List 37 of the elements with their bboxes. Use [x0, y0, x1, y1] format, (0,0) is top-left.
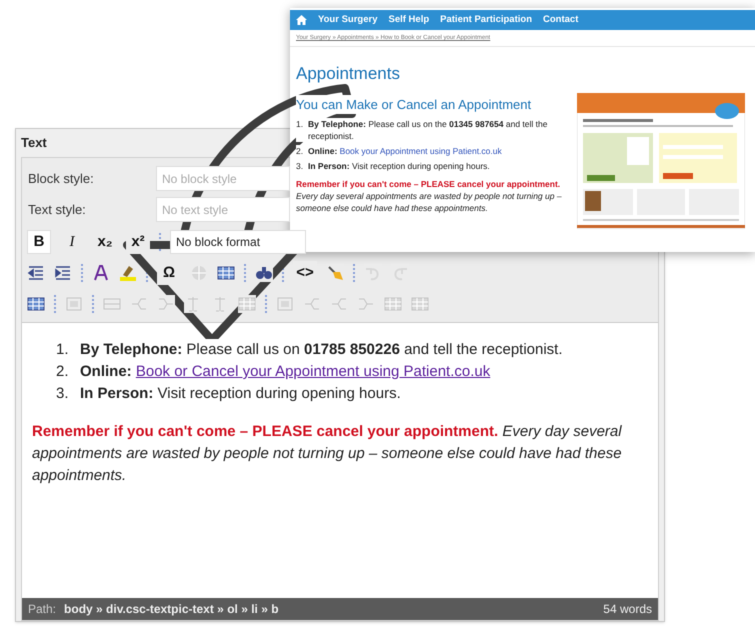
list-item: Online: Book or Cancel your Appointment using Patient.co.uk	[80, 362, 490, 382]
format-button[interactable]: B	[27, 230, 51, 254]
list-number: 1.	[296, 118, 304, 131]
link[interactable]: Book your Appointment using Patient.co.uk	[340, 146, 502, 156]
link[interactable]: Book or Cancel your Appointment using Patient.co.uk	[136, 363, 490, 380]
field-label: Block style:	[28, 170, 95, 188]
nav-link[interactable]: Your Surgery	[318, 12, 378, 28]
list-item: By Telephone: Please call us on 01785 850226 and tell the receptionist.	[80, 340, 563, 360]
path-label: Path:	[28, 601, 56, 618]
element-path[interactable]: body » div.csc-textpic-text » ol » li » b	[64, 600, 279, 618]
indent-icon[interactable]	[54, 264, 72, 282]
list-number: 1.	[56, 340, 70, 360]
list-number: 2.	[56, 362, 70, 382]
list-item: In Person: Visit reception during opening hours.	[80, 384, 401, 404]
table-icon[interactable]	[27, 295, 45, 313]
list-number: 3.	[56, 384, 70, 404]
word-count: 54 words	[603, 601, 652, 618]
list-number: 3.	[296, 160, 304, 172]
section-heading: You can Make or Cancel an Appointment	[296, 94, 532, 114]
content-area[interactable]	[22, 322, 658, 598]
style-select[interactable]: No block style	[156, 166, 290, 191]
style-select[interactable]: No text style	[156, 197, 290, 222]
notice-paragraph: Remember if you can't come – PLEASE cancel your appointment. Every day several appointments are wasted by people not turning up – someone else could have had these appointments.	[296, 178, 563, 214]
nav-link[interactable]: Contact	[543, 12, 578, 28]
page-title: Appointments	[296, 63, 400, 85]
table-icon[interactable]	[217, 264, 235, 282]
list-number: 2.	[296, 145, 304, 157]
list-item: In Person: Visit reception during opening hours.	[308, 160, 490, 172]
nav-link[interactable]: Patient Participation	[440, 12, 532, 28]
list-item: By Telephone: Please call us on the 01345 987654 and tell the receptionist.	[308, 118, 548, 142]
notice-paragraph: Remember if you can't come – PLEASE cancel your appointment. Every day several appointments are wasted by people not turning up – someone else could have had these appointments.	[32, 422, 623, 486]
list-item: Online: Book your Appointment using Patient.co.uk	[308, 145, 502, 157]
field-label: Text style:	[28, 200, 87, 219]
outdent-icon[interactable]	[27, 264, 45, 282]
home-icon[interactable]	[296, 15, 307, 25]
nav-link[interactable]: Self Help	[388, 12, 430, 28]
block-format-select[interactable]: No block format	[170, 230, 306, 254]
